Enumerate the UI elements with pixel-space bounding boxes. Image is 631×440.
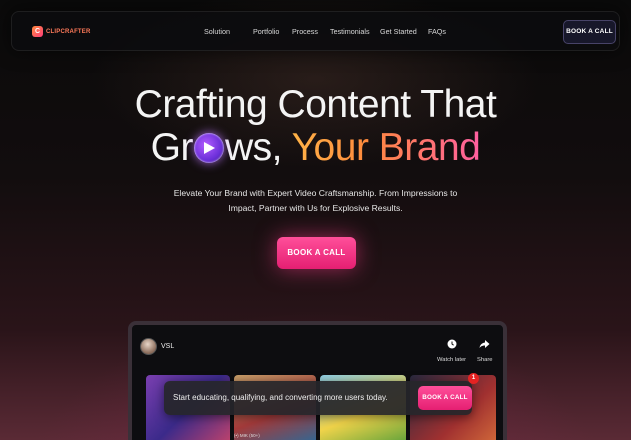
watch-later-label: Watch later <box>437 357 467 363</box>
top-nav: C CLIPCRAFTER Solution Portfolio Process… <box>11 11 620 51</box>
share-icon <box>479 340 490 348</box>
overlay-book-call-button[interactable]: BOOK A CALL <box>418 386 472 410</box>
hero-book-call-button[interactable]: BOOK A CALL <box>277 237 356 269</box>
channel-avatar[interactable] <box>140 338 157 355</box>
headline-line-1: Crafting Content That <box>134 83 497 126</box>
logo-text: CLIPCRAFTER <box>46 28 91 35</box>
hero-subtitle: Elevate Your Brand with Expert Video Cra… <box>173 188 458 213</box>
watch-later-button[interactable]: Watch later <box>437 336 466 363</box>
headline-line-2: Gr ws, Your Brand <box>0 126 631 170</box>
nav-link-process[interactable]: Process <box>292 27 318 36</box>
video-player[interactable]: VSL Watch later Share (•) MIK (50+) Star… <box>128 321 507 440</box>
play-icon <box>193 133 224 163</box>
logo-mark: C <box>32 26 43 37</box>
share-button[interactable]: Share <box>477 336 492 363</box>
logo[interactable]: C CLIPCRAFTER <box>32 26 91 37</box>
thumbnail-label: (•) MIK (50+) <box>234 433 260 438</box>
nav-link-faqs[interactable]: FAQs <box>428 27 446 36</box>
cta-overlay: Start educating, qualifying, and convert… <box>164 381 472 415</box>
share-label: Share <box>477 357 493 363</box>
headline-accent: Your Brand <box>291 126 481 169</box>
notification-badge: 1 <box>468 373 479 384</box>
nav-book-call-button[interactable]: BOOK A CALL <box>563 20 616 44</box>
video-title[interactable]: VSL <box>161 343 174 350</box>
nav-link-get-started[interactable]: Get Started <box>380 27 417 36</box>
nav-link-testimonials[interactable]: Testimonials <box>330 27 370 36</box>
nav-link-portfolio[interactable]: Portfolio <box>253 27 279 36</box>
overlay-text: Start educating, qualifying, and convert… <box>173 393 388 402</box>
clock-icon <box>447 339 457 349</box>
nav-link-solution[interactable]: Solution <box>204 27 230 36</box>
headline-word-grows-start: Gr <box>150 126 194 169</box>
headline-word-grows-end: ws, <box>224 126 283 169</box>
page: C CLIPCRAFTER Solution Portfolio Process… <box>0 0 631 440</box>
